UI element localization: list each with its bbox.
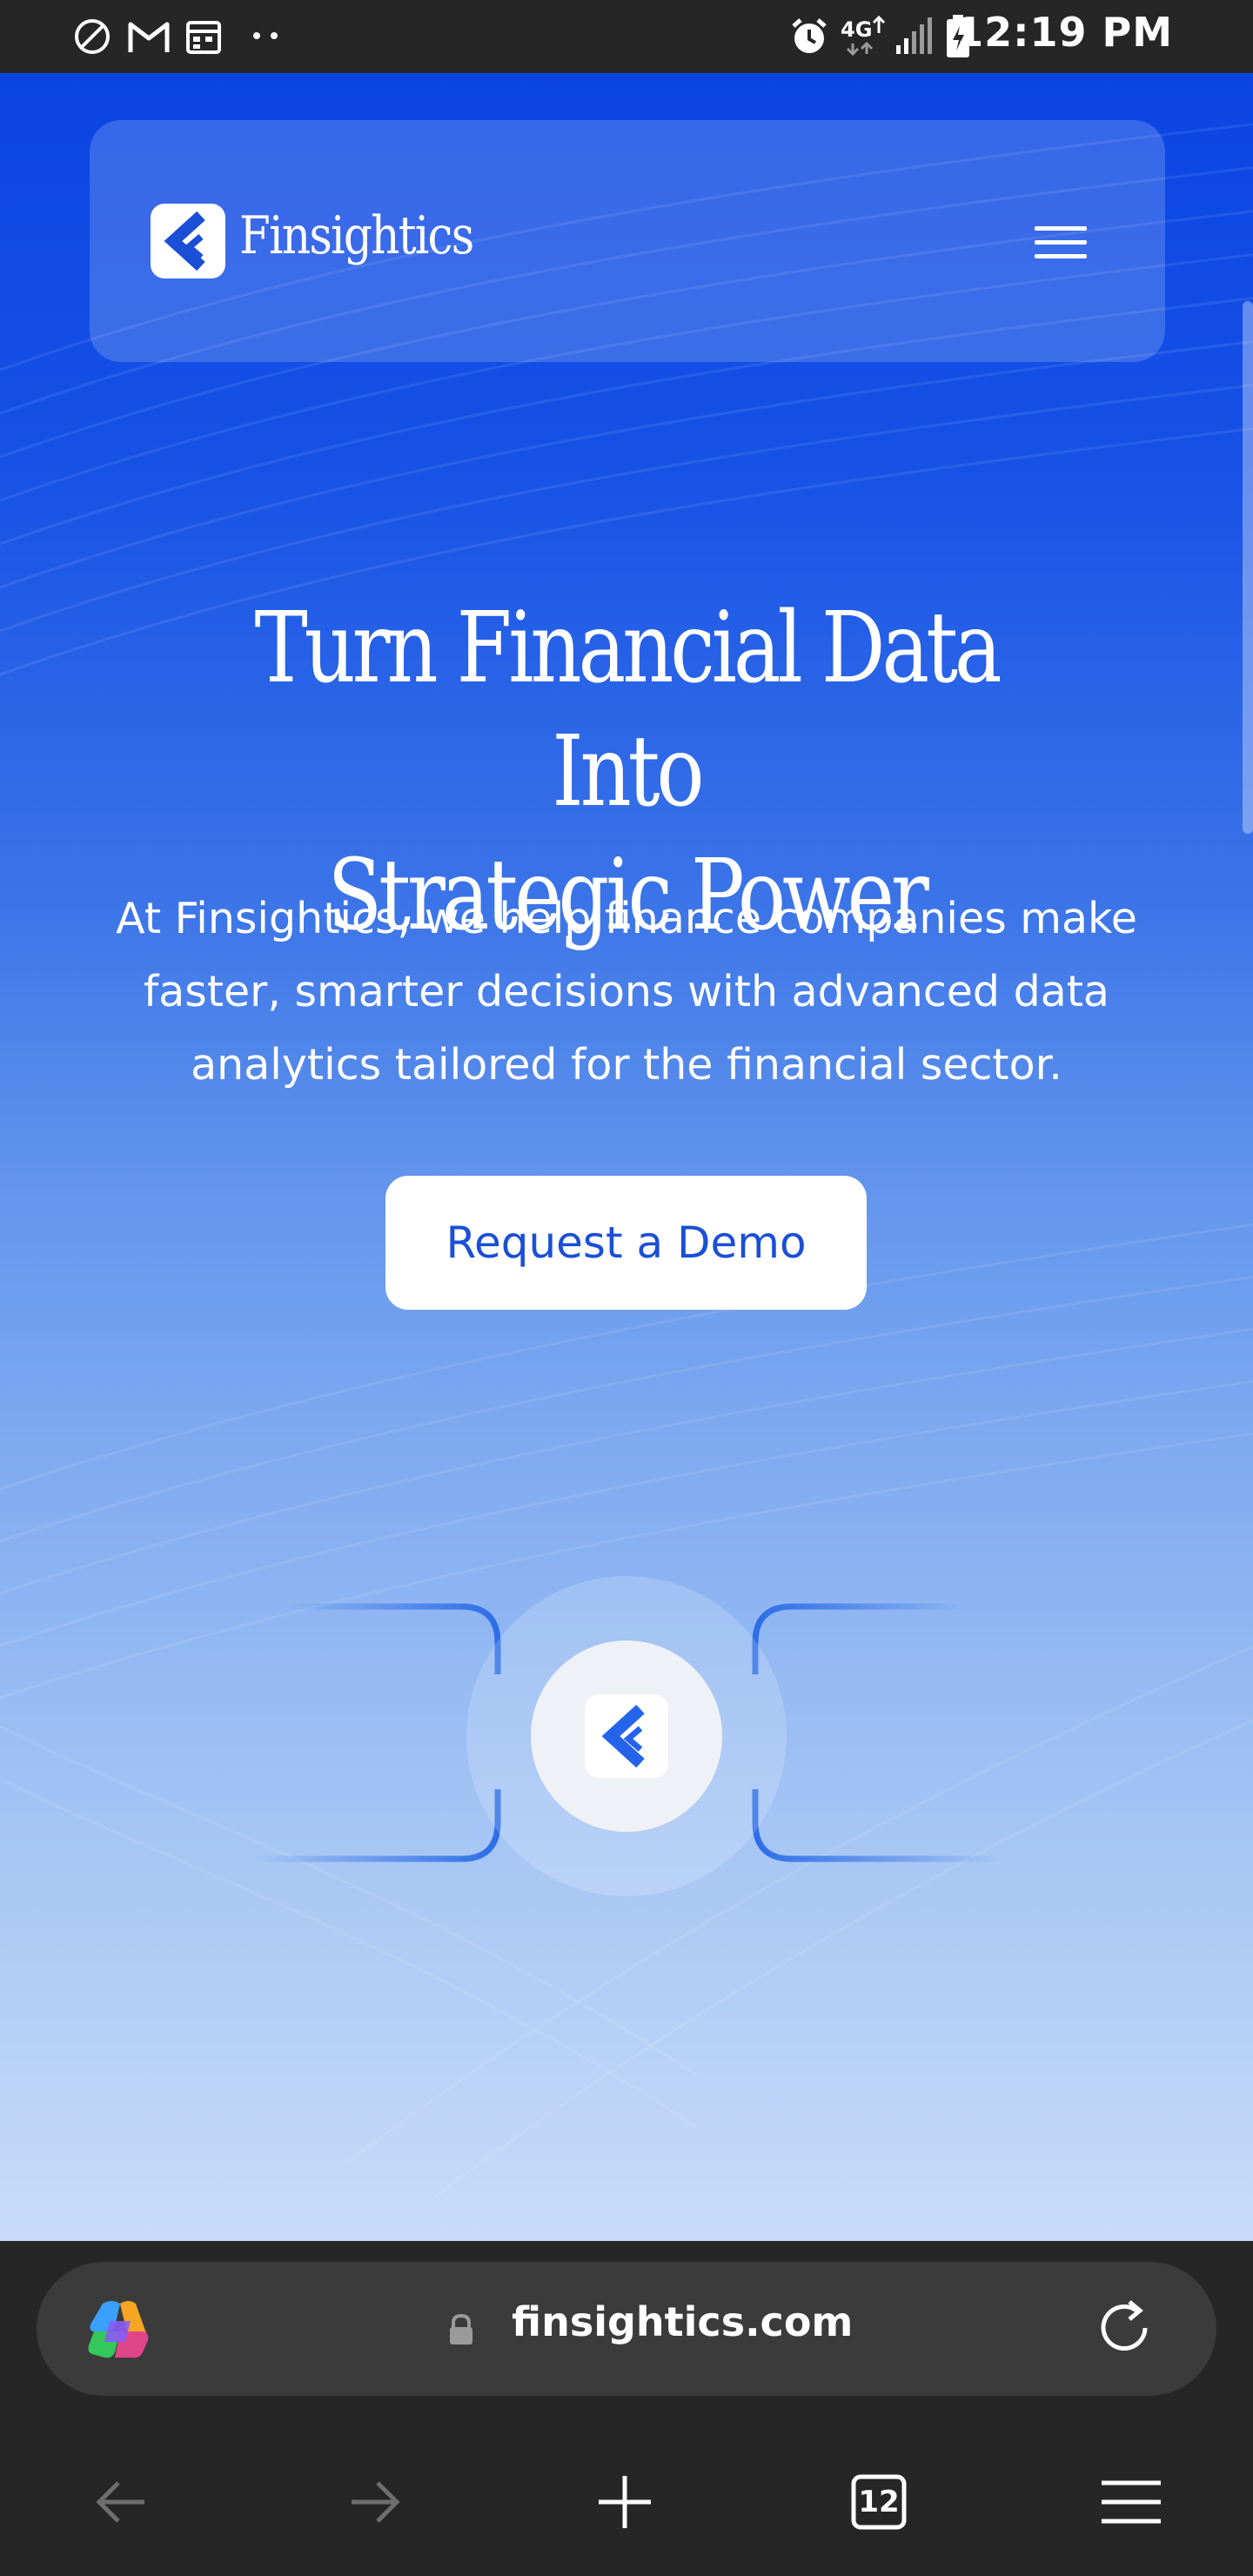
site-header: Finsightics bbox=[90, 120, 1165, 362]
hub-logo-icon bbox=[585, 1694, 668, 1778]
do-not-disturb-icon bbox=[75, 19, 110, 54]
forward-button[interactable] bbox=[322, 2450, 426, 2554]
forward-arrow-icon bbox=[352, 2481, 400, 2523]
reload-icon[interactable] bbox=[1093, 2293, 1159, 2363]
browser-menu-button[interactable] bbox=[1079, 2450, 1183, 2554]
browser-nav-bar: 12 bbox=[0, 2450, 1253, 2572]
url-text[interactable]: finsightics.com bbox=[512, 2298, 853, 2345]
request-demo-button[interactable]: Request a Demo bbox=[385, 1176, 867, 1310]
svg-text:4G: 4G bbox=[841, 17, 872, 42]
alarm-icon bbox=[792, 18, 827, 53]
network-4g-icon: 4G bbox=[841, 15, 886, 57]
signal-icon bbox=[896, 17, 932, 54]
new-tab-icon bbox=[599, 2476, 651, 2528]
calendar-icon bbox=[186, 21, 221, 54]
hero-subtitle: At Finsightics, we help finance companie… bbox=[116, 894, 1137, 1090]
page-scrollbar[interactable] bbox=[1243, 301, 1253, 834]
browser-bottom-bar: finsightics.com 12 bbox=[0, 2241, 1253, 2576]
more-dots-icon bbox=[253, 32, 278, 39]
brand-name[interactable]: Finsightics bbox=[239, 205, 474, 266]
background-lines bbox=[0, 123, 1253, 2198]
hamburger-icon bbox=[1035, 226, 1087, 231]
tab-count: 12 bbox=[858, 2485, 900, 2519]
back-arrow-icon bbox=[96, 2481, 144, 2523]
address-bar[interactable]: finsightics.com bbox=[37, 2262, 1216, 2396]
finsightics-logo-icon[interactable] bbox=[151, 204, 225, 278]
status-time: 12:19 PM bbox=[955, 9, 1173, 56]
status-bar: 4G 12:19 PM bbox=[0, 0, 1253, 73]
copilot-icon[interactable] bbox=[85, 2297, 155, 2361]
hamburger-menu-button[interactable] bbox=[1029, 216, 1092, 268]
lock-icon bbox=[450, 2313, 472, 2345]
hub-graphic bbox=[252, 1576, 1001, 1896]
web-page[interactable]: Finsightics Turn Financial Data Into Str… bbox=[0, 73, 1253, 2241]
browser-menu-icon bbox=[1102, 2480, 1161, 2524]
gmail-icon bbox=[128, 22, 170, 52]
new-tab-button[interactable] bbox=[573, 2450, 677, 2554]
tab-switcher-button[interactable]: 12 bbox=[827, 2450, 931, 2554]
back-button[interactable] bbox=[70, 2450, 174, 2554]
